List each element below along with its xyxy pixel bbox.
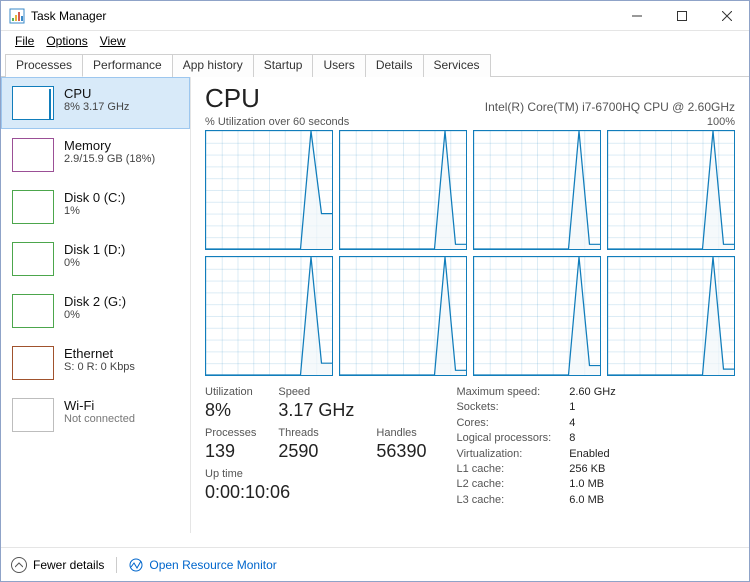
sidebar-cpu-sub: 8% 3.17 GHz bbox=[64, 101, 129, 113]
uptime-value: 0:00:10:06 bbox=[205, 482, 354, 503]
sidebar-item-disk0[interactable]: Disk 0 (C:)1% bbox=[1, 181, 190, 233]
open-resource-monitor-link[interactable]: Open Resource Monitor bbox=[149, 558, 276, 572]
cpu-details: Maximum speed: 2.60 GHz Sockets: 1 Cores: 4… bbox=[456, 386, 615, 507]
sidebar-eth-sub: S: 0 R: 0 Kbps bbox=[64, 361, 135, 373]
menu-view[interactable]: View bbox=[94, 32, 132, 50]
graph-caption-left: % Utilization over 60 seconds bbox=[205, 116, 349, 128]
sidebar-wifi-title: Wi-Fi bbox=[64, 398, 135, 413]
sidebar-disk1-title: Disk 1 (D:) bbox=[64, 242, 125, 257]
resource-monitor-icon bbox=[129, 558, 143, 572]
minimize-button[interactable] bbox=[614, 1, 659, 30]
max-speed-label: Maximum speed: bbox=[456, 386, 551, 399]
sidebar-disk0-title: Disk 0 (C:) bbox=[64, 190, 125, 205]
utilization-value: 8% bbox=[205, 400, 256, 421]
chevron-up-icon[interactable] bbox=[11, 557, 27, 573]
menu-file[interactable]: File bbox=[9, 32, 40, 50]
cpu-stats: Utilization Speed 8% 3.17 GHz Processes … bbox=[205, 386, 735, 507]
sidebar-item-disk2[interactable]: Disk 2 (G:)0% bbox=[1, 285, 190, 337]
close-button[interactable] bbox=[704, 1, 749, 30]
maximize-button[interactable] bbox=[659, 1, 704, 30]
sockets-value: 1 bbox=[569, 401, 615, 414]
page-title: CPU bbox=[205, 83, 260, 114]
tab-app-history[interactable]: App history bbox=[172, 54, 254, 77]
cpu-graph-6[interactable] bbox=[473, 256, 601, 376]
tab-processes[interactable]: Processes bbox=[5, 54, 83, 77]
virt-label: Virtualization: bbox=[456, 448, 551, 461]
tab-strip: Processes Performance App history Startu… bbox=[1, 53, 749, 77]
menu-bar: File Options View bbox=[1, 31, 749, 51]
cpu-graph-4[interactable] bbox=[205, 256, 333, 376]
l1-value: 256 KB bbox=[569, 463, 615, 476]
disk-thumb-icon bbox=[12, 294, 54, 328]
sidebar-memory-sub: 2.9/15.9 GB (18%) bbox=[64, 153, 155, 165]
sidebar-memory-title: Memory bbox=[64, 138, 155, 153]
tab-performance[interactable]: Performance bbox=[82, 54, 173, 77]
l2-label: L2 cache: bbox=[456, 478, 551, 491]
fewer-details-button[interactable]: Fewer details bbox=[33, 558, 104, 572]
app-icon bbox=[9, 8, 25, 24]
tab-services[interactable]: Services bbox=[423, 54, 491, 77]
sidebar-item-memory[interactable]: Memory2.9/15.9 GB (18%) bbox=[1, 129, 190, 181]
sockets-label: Sockets: bbox=[456, 401, 551, 414]
l1-label: L1 cache: bbox=[456, 463, 551, 476]
wifi-thumb-icon bbox=[12, 398, 54, 432]
handles-value: 56390 bbox=[376, 441, 426, 462]
handles-label: Handles bbox=[376, 427, 426, 439]
cores-label: Cores: bbox=[456, 417, 551, 430]
processes-label: Processes bbox=[205, 427, 256, 439]
lprocs-label: Logical processors: bbox=[456, 432, 551, 445]
content-area: CPU8% 3.17 GHz Memory2.9/15.9 GB (18%) D… bbox=[1, 77, 749, 533]
l2-value: 1.0 MB bbox=[569, 478, 615, 491]
processes-value: 139 bbox=[205, 441, 256, 462]
graph-caption-right: 100% bbox=[707, 116, 735, 128]
l3-label: L3 cache: bbox=[456, 494, 551, 507]
speed-label: Speed bbox=[278, 386, 354, 398]
sidebar-item-ethernet[interactable]: EthernetS: 0 R: 0 Kbps bbox=[1, 337, 190, 389]
cpu-graphs-grid[interactable] bbox=[205, 130, 735, 376]
cpu-model: Intel(R) Core(TM) i7-6700HQ CPU @ 2.60GH… bbox=[485, 100, 735, 114]
tab-users[interactable]: Users bbox=[312, 54, 365, 77]
cpu-thumb-icon bbox=[12, 86, 54, 120]
cpu-graph-0[interactable] bbox=[205, 130, 333, 250]
window-title: Task Manager bbox=[31, 9, 106, 23]
cpu-graph-3[interactable] bbox=[607, 130, 735, 250]
tab-details[interactable]: Details bbox=[365, 54, 424, 77]
task-manager-window: Task Manager File Options View Processes… bbox=[0, 0, 750, 582]
l3-value: 6.0 MB bbox=[569, 494, 615, 507]
sidebar-item-cpu[interactable]: CPU8% 3.17 GHz bbox=[1, 77, 190, 129]
sidebar-item-disk1[interactable]: Disk 1 (D:)0% bbox=[1, 233, 190, 285]
sidebar-disk2-title: Disk 2 (G:) bbox=[64, 294, 126, 309]
sidebar-item-wifi[interactable]: Wi-FiNot connected bbox=[1, 389, 190, 441]
disk-thumb-icon bbox=[12, 190, 54, 224]
virt-value: Enabled bbox=[569, 448, 615, 461]
uptime-label: Up time bbox=[205, 468, 256, 480]
cpu-graph-1[interactable] bbox=[339, 130, 467, 250]
sidebar-cpu-title: CPU bbox=[64, 86, 129, 101]
threads-label: Threads bbox=[278, 427, 354, 439]
performance-sidebar: CPU8% 3.17 GHz Memory2.9/15.9 GB (18%) D… bbox=[1, 77, 191, 533]
max-speed-value: 2.60 GHz bbox=[569, 386, 615, 399]
sidebar-disk1-sub: 0% bbox=[64, 257, 125, 269]
speed-value: 3.17 GHz bbox=[278, 400, 354, 421]
memory-thumb-icon bbox=[12, 138, 54, 172]
sidebar-disk2-sub: 0% bbox=[64, 309, 126, 321]
menu-options[interactable]: Options bbox=[40, 32, 93, 50]
lprocs-value: 8 bbox=[569, 432, 615, 445]
cpu-graph-5[interactable] bbox=[339, 256, 467, 376]
sidebar-eth-title: Ethernet bbox=[64, 346, 135, 361]
main-panel: CPU Intel(R) Core(TM) i7-6700HQ CPU @ 2.… bbox=[191, 77, 749, 533]
sidebar-disk0-sub: 1% bbox=[64, 205, 125, 217]
ethernet-thumb-icon bbox=[12, 346, 54, 380]
utilization-label: Utilization bbox=[205, 386, 256, 398]
sidebar-wifi-sub: Not connected bbox=[64, 413, 135, 425]
cpu-graph-7[interactable] bbox=[607, 256, 735, 376]
tab-startup[interactable]: Startup bbox=[253, 54, 314, 77]
disk-thumb-icon bbox=[12, 242, 54, 276]
title-bar[interactable]: Task Manager bbox=[1, 1, 749, 31]
cores-value: 4 bbox=[569, 417, 615, 430]
footer-bar: Fewer details Open Resource Monitor bbox=[1, 547, 749, 581]
cpu-graph-2[interactable] bbox=[473, 130, 601, 250]
threads-value: 2590 bbox=[278, 441, 354, 462]
separator bbox=[116, 557, 117, 573]
